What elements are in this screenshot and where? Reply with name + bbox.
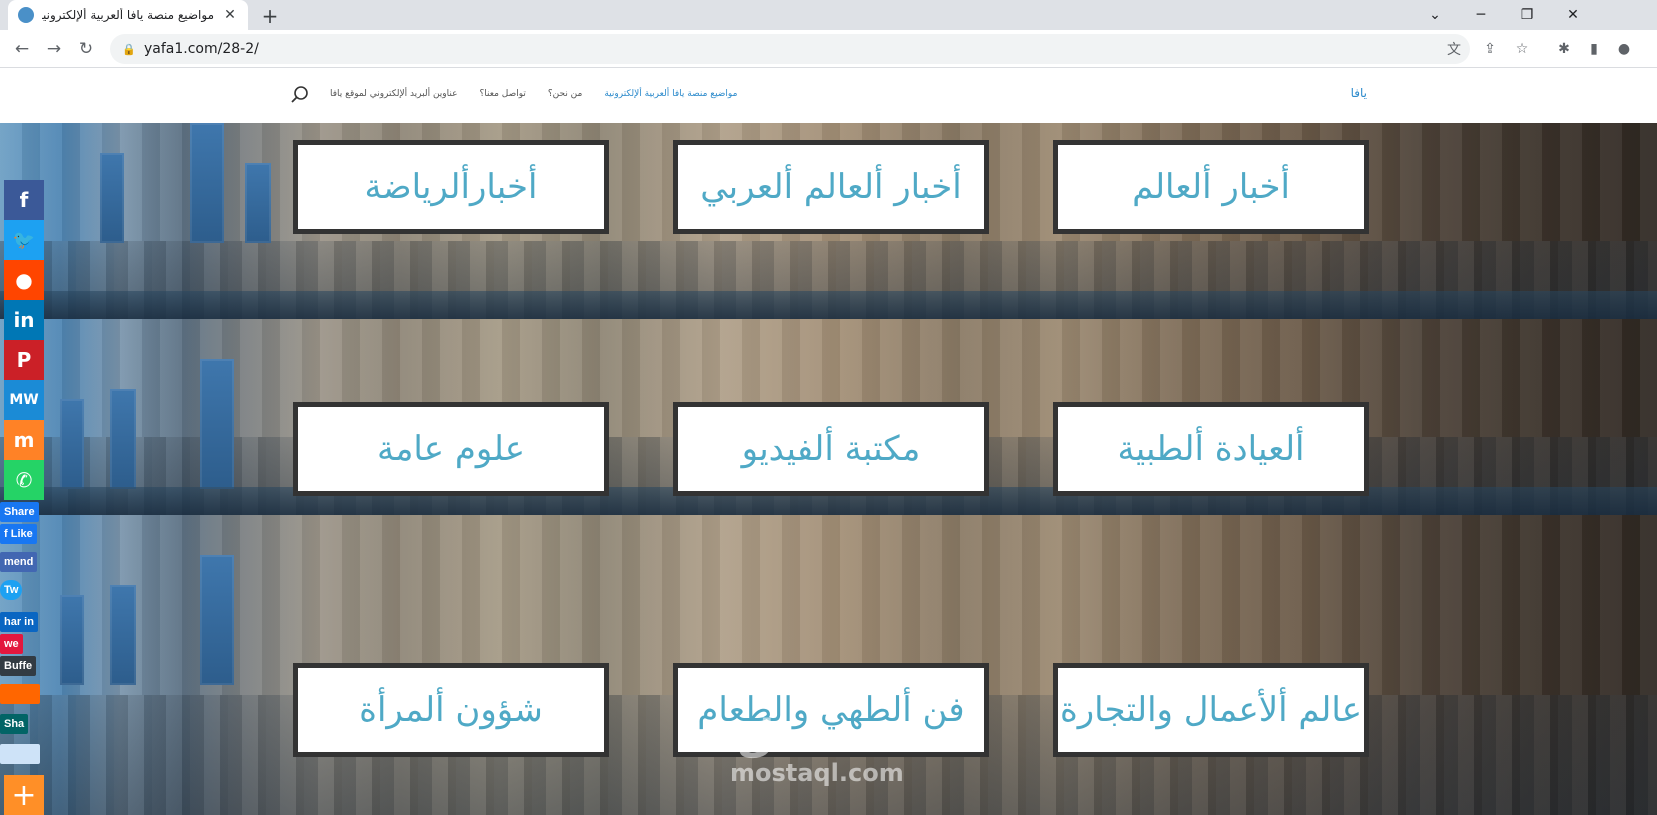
address-bar-row: ← → ↻ 🔒 yafa1.com/28-2/ 文 ⇪ ☆ ✱ ▮ ● bbox=[0, 30, 1657, 68]
building-image bbox=[200, 359, 234, 489]
reload-button[interactable]: ↻ bbox=[74, 37, 98, 61]
browser-tab[interactable]: مواضيع منصة يافا ألعربية ألإلكترونية ✕ bbox=[8, 0, 248, 30]
more-share-button[interactable]: + bbox=[4, 775, 44, 815]
buffer-share-button[interactable]: Buffe bbox=[0, 656, 37, 676]
category-card-arab-world-news[interactable]: أخبار ألعالم ألعربي bbox=[673, 140, 989, 234]
category-label: أخبار ألعالم bbox=[1132, 167, 1290, 207]
mewe-share-icon[interactable]: MW bbox=[4, 380, 44, 420]
nav-item-emails[interactable]: عناوين ألبريد ألإلكتروني لموقع يافا bbox=[330, 89, 458, 99]
category-card-business[interactable]: عالم ألأعمال والتجارة bbox=[1053, 663, 1369, 757]
profile-avatar-icon[interactable]: ● bbox=[1612, 37, 1636, 61]
close-tab-icon[interactable]: ✕ bbox=[222, 7, 238, 23]
building-image bbox=[245, 163, 271, 243]
nav-item-contact[interactable]: تواصل معنا؟ bbox=[480, 89, 526, 99]
building-image bbox=[110, 389, 136, 489]
building-image bbox=[60, 595, 84, 685]
twitter-share-icon[interactable]: 🐦 bbox=[4, 220, 44, 260]
building-image bbox=[190, 123, 224, 243]
tab-search-icon[interactable]: ⌄ bbox=[1412, 0, 1458, 30]
category-card-general-science[interactable]: علوم عامة bbox=[293, 402, 609, 496]
linkedin-share-button[interactable]: har in bbox=[0, 612, 38, 632]
search-icon[interactable] bbox=[290, 85, 310, 105]
nav-item-about[interactable]: من نحن؟ bbox=[548, 89, 582, 99]
back-button[interactable]: ← bbox=[10, 37, 34, 61]
share-icon[interactable]: ⇪ bbox=[1478, 37, 1502, 61]
reddit-share-icon[interactable]: ● bbox=[4, 260, 44, 300]
url-text: yafa1.com/28-2/ bbox=[144, 41, 259, 57]
side-panel-icon[interactable]: ▮ bbox=[1582, 37, 1606, 61]
facebook-recommend-button[interactable]: mend bbox=[0, 552, 38, 572]
watermark: مستقل mostaql.com bbox=[730, 711, 904, 788]
social-share-sidebar: f 🐦 ● in P MW m ✆ bbox=[4, 180, 44, 500]
category-label: أخبارألرياضة bbox=[364, 167, 538, 207]
mix-share-icon[interactable]: m bbox=[4, 420, 44, 460]
extensions-icon[interactable]: ✱ bbox=[1552, 37, 1576, 61]
waterfront-image bbox=[0, 291, 1657, 319]
lock-icon: 🔒 bbox=[122, 43, 136, 56]
building-image bbox=[60, 399, 84, 489]
pinterest-share-icon[interactable]: P bbox=[4, 340, 44, 380]
mewe-share-button[interactable]: we bbox=[0, 634, 23, 654]
forward-button[interactable]: → bbox=[42, 37, 66, 61]
nav-item-topics[interactable]: مواضيع منصة يافا ألعربية ألإلكترونية bbox=[604, 89, 737, 99]
category-card-medical-clinic[interactable]: ألعيادة ألطبية bbox=[1053, 402, 1369, 496]
facebook-share-icon[interactable]: f bbox=[4, 180, 44, 220]
facebook-like-button[interactable]: f Like bbox=[0, 524, 37, 544]
category-label: عالم ألأعمال والتجارة bbox=[1059, 690, 1363, 730]
url-bar[interactable]: 🔒 yafa1.com/28-2/ bbox=[110, 34, 1470, 64]
new-tab-button[interactable]: + bbox=[259, 4, 281, 28]
restore-button[interactable]: ❐ bbox=[1504, 0, 1550, 30]
stumbleupon-button[interactable] bbox=[0, 684, 40, 704]
facebook-share-counter[interactable]: Share bbox=[0, 502, 39, 522]
category-card-video-library[interactable]: مكتبة ألفيديو bbox=[673, 402, 989, 496]
category-label: علوم عامة bbox=[376, 429, 526, 469]
building-image bbox=[100, 153, 124, 243]
whatsapp-share-icon[interactable]: ✆ bbox=[4, 460, 44, 500]
building-image bbox=[200, 555, 234, 685]
category-label: شؤون ألمرأة bbox=[359, 690, 543, 730]
category-card-world-news[interactable]: أخبار ألعالم bbox=[1053, 140, 1369, 234]
category-label: أخبار ألعالم ألعربي bbox=[700, 167, 962, 207]
category-label: مكتبة ألفيديو bbox=[741, 429, 921, 469]
building-image bbox=[110, 585, 136, 685]
main-nav: مواضيع منصة يافا ألعربية ألإلكترونية من … bbox=[330, 89, 737, 99]
xing-share-button[interactable]: Sha bbox=[0, 714, 29, 734]
translate-icon[interactable]: 文 bbox=[1442, 37, 1466, 61]
site-favicon-icon bbox=[18, 7, 34, 23]
close-window-button[interactable]: ✕ bbox=[1550, 0, 1596, 30]
site-header: يافا مواضيع منصة يافا ألعربية ألإلكتروني… bbox=[0, 69, 1657, 123]
watermark-arabic: مستقل bbox=[736, 711, 898, 762]
category-label: ألعيادة ألطبية bbox=[1117, 429, 1305, 469]
site-brand[interactable]: يافا bbox=[1351, 86, 1367, 100]
minimize-button[interactable]: ─ bbox=[1458, 0, 1504, 30]
browser-tab-strip: مواضيع منصة يافا ألعربية ألإلكترونية ✕ +… bbox=[0, 0, 1657, 30]
watermark-latin: mostaql.com bbox=[730, 759, 904, 787]
linkedin-share-icon[interactable]: in bbox=[4, 300, 44, 340]
bookmark-star-icon[interactable]: ☆ bbox=[1510, 37, 1534, 61]
category-card-women-affairs[interactable]: شؤون ألمرأة bbox=[293, 663, 609, 757]
category-card-sports-news[interactable]: أخبارألرياضة bbox=[293, 140, 609, 234]
tab-title: مواضيع منصة يافا ألعربية ألإلكترونية bbox=[42, 8, 214, 22]
reddit-vote-button[interactable] bbox=[0, 744, 40, 764]
tweet-button[interactable]: Tw bbox=[0, 580, 23, 600]
